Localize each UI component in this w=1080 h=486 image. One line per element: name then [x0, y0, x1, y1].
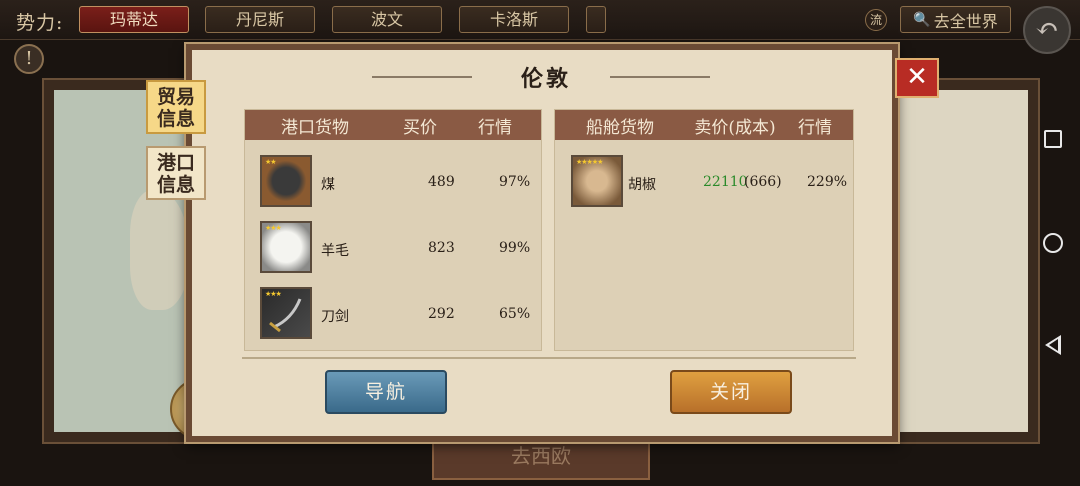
port-goods-col-price: 买价 — [403, 117, 437, 138]
go-world-button[interactable]: 🔍 去全世界 — [900, 6, 1011, 33]
go-world-label: 去全世界 — [933, 11, 998, 31]
alert-icon[interactable]: ! — [14, 44, 44, 74]
faction-label: 势力: — [16, 12, 64, 34]
port-goods-col-market: 行情 — [478, 117, 512, 138]
faction-tab-overflow[interactable] — [586, 6, 606, 33]
port-goods-header: 港口货物 买价 行情 — [245, 110, 541, 140]
rarity-stars: ★★★★★ — [576, 158, 603, 166]
close-icon[interactable]: ✕ — [895, 58, 939, 98]
ship-goods-col-name: 船舱货物 — [586, 117, 654, 138]
pepper-icon[interactable]: ★★★★★ — [571, 155, 623, 207]
stream-button[interactable]: 流 — [865, 9, 887, 31]
close-button[interactable]: 关闭 — [670, 370, 792, 414]
dialog-divider — [242, 357, 856, 359]
sword-icon[interactable]: ★★★ — [260, 287, 312, 339]
buy-price: 489 — [428, 174, 455, 190]
wool-icon[interactable]: ★★★ — [260, 221, 312, 273]
tab-trade-info-label: 贸易信息 — [156, 86, 195, 130]
recent-apps-icon[interactable] — [1044, 130, 1062, 148]
back-icon[interactable] — [1045, 335, 1061, 355]
ship-goods-header: 船舱货物 卖价(成本) 行情 — [555, 110, 853, 140]
rarity-stars: ★★★ — [265, 224, 282, 232]
sell-price: 22110 — [703, 174, 748, 190]
faction-tab-bowen[interactable]: 波文 — [332, 6, 442, 33]
dialog-title: 伦敦 — [520, 66, 571, 92]
navigate-button[interactable]: 导航 — [325, 370, 447, 414]
home-icon[interactable] — [1043, 233, 1063, 253]
faction-tab-matilda[interactable]: 玛蒂达 — [79, 6, 189, 33]
market-rate: 229% — [807, 174, 848, 190]
rarity-stars: ★★ — [265, 158, 277, 166]
market-rate: 97% — [499, 174, 531, 190]
dialog-title-row: 伦敦 — [372, 62, 720, 92]
buy-price: 292 — [428, 306, 455, 322]
ship-goods-col-price: 卖价(成本) — [694, 117, 776, 138]
tab-port-info-label: 港口信息 — [156, 152, 195, 196]
search-icon: 🔍 — [913, 11, 931, 28]
faction-tab-denis[interactable]: 丹尼斯 — [205, 6, 315, 33]
ship-goods-panel: 船舱货物 卖价(成本) 行情 — [554, 109, 854, 351]
ship-goods-col-market: 行情 — [798, 117, 832, 138]
faction-bar: 势力: 玛蒂达 丹尼斯 波文 卡洛斯 流 🔍 去全世界 — [0, 0, 1080, 40]
port-goods-col-name: 港口货物 — [281, 117, 349, 138]
goods-name: 刀剑 — [321, 309, 349, 325]
goods-name: 羊毛 — [321, 243, 349, 259]
sword-graphic — [269, 298, 302, 333]
cost-price: (666) — [744, 174, 782, 190]
market-rate: 99% — [499, 240, 531, 256]
back-arrow-icon[interactable]: ↶ — [1023, 6, 1071, 54]
tab-port-info[interactable]: 港口信息 — [146, 146, 206, 200]
tab-trade-info[interactable]: 贸易信息 — [146, 80, 206, 134]
goods-name: 胡椒 — [628, 177, 656, 193]
coal-icon[interactable]: ★★ — [260, 155, 312, 207]
map-landmass-east — [900, 90, 1028, 432]
faction-tab-carlos[interactable]: 卡洛斯 — [459, 6, 569, 33]
market-rate: 65% — [499, 306, 531, 322]
buy-price: 823 — [428, 240, 455, 256]
goods-name: 煤 — [321, 177, 335, 193]
region-banner: 去西欧 — [432, 436, 650, 480]
